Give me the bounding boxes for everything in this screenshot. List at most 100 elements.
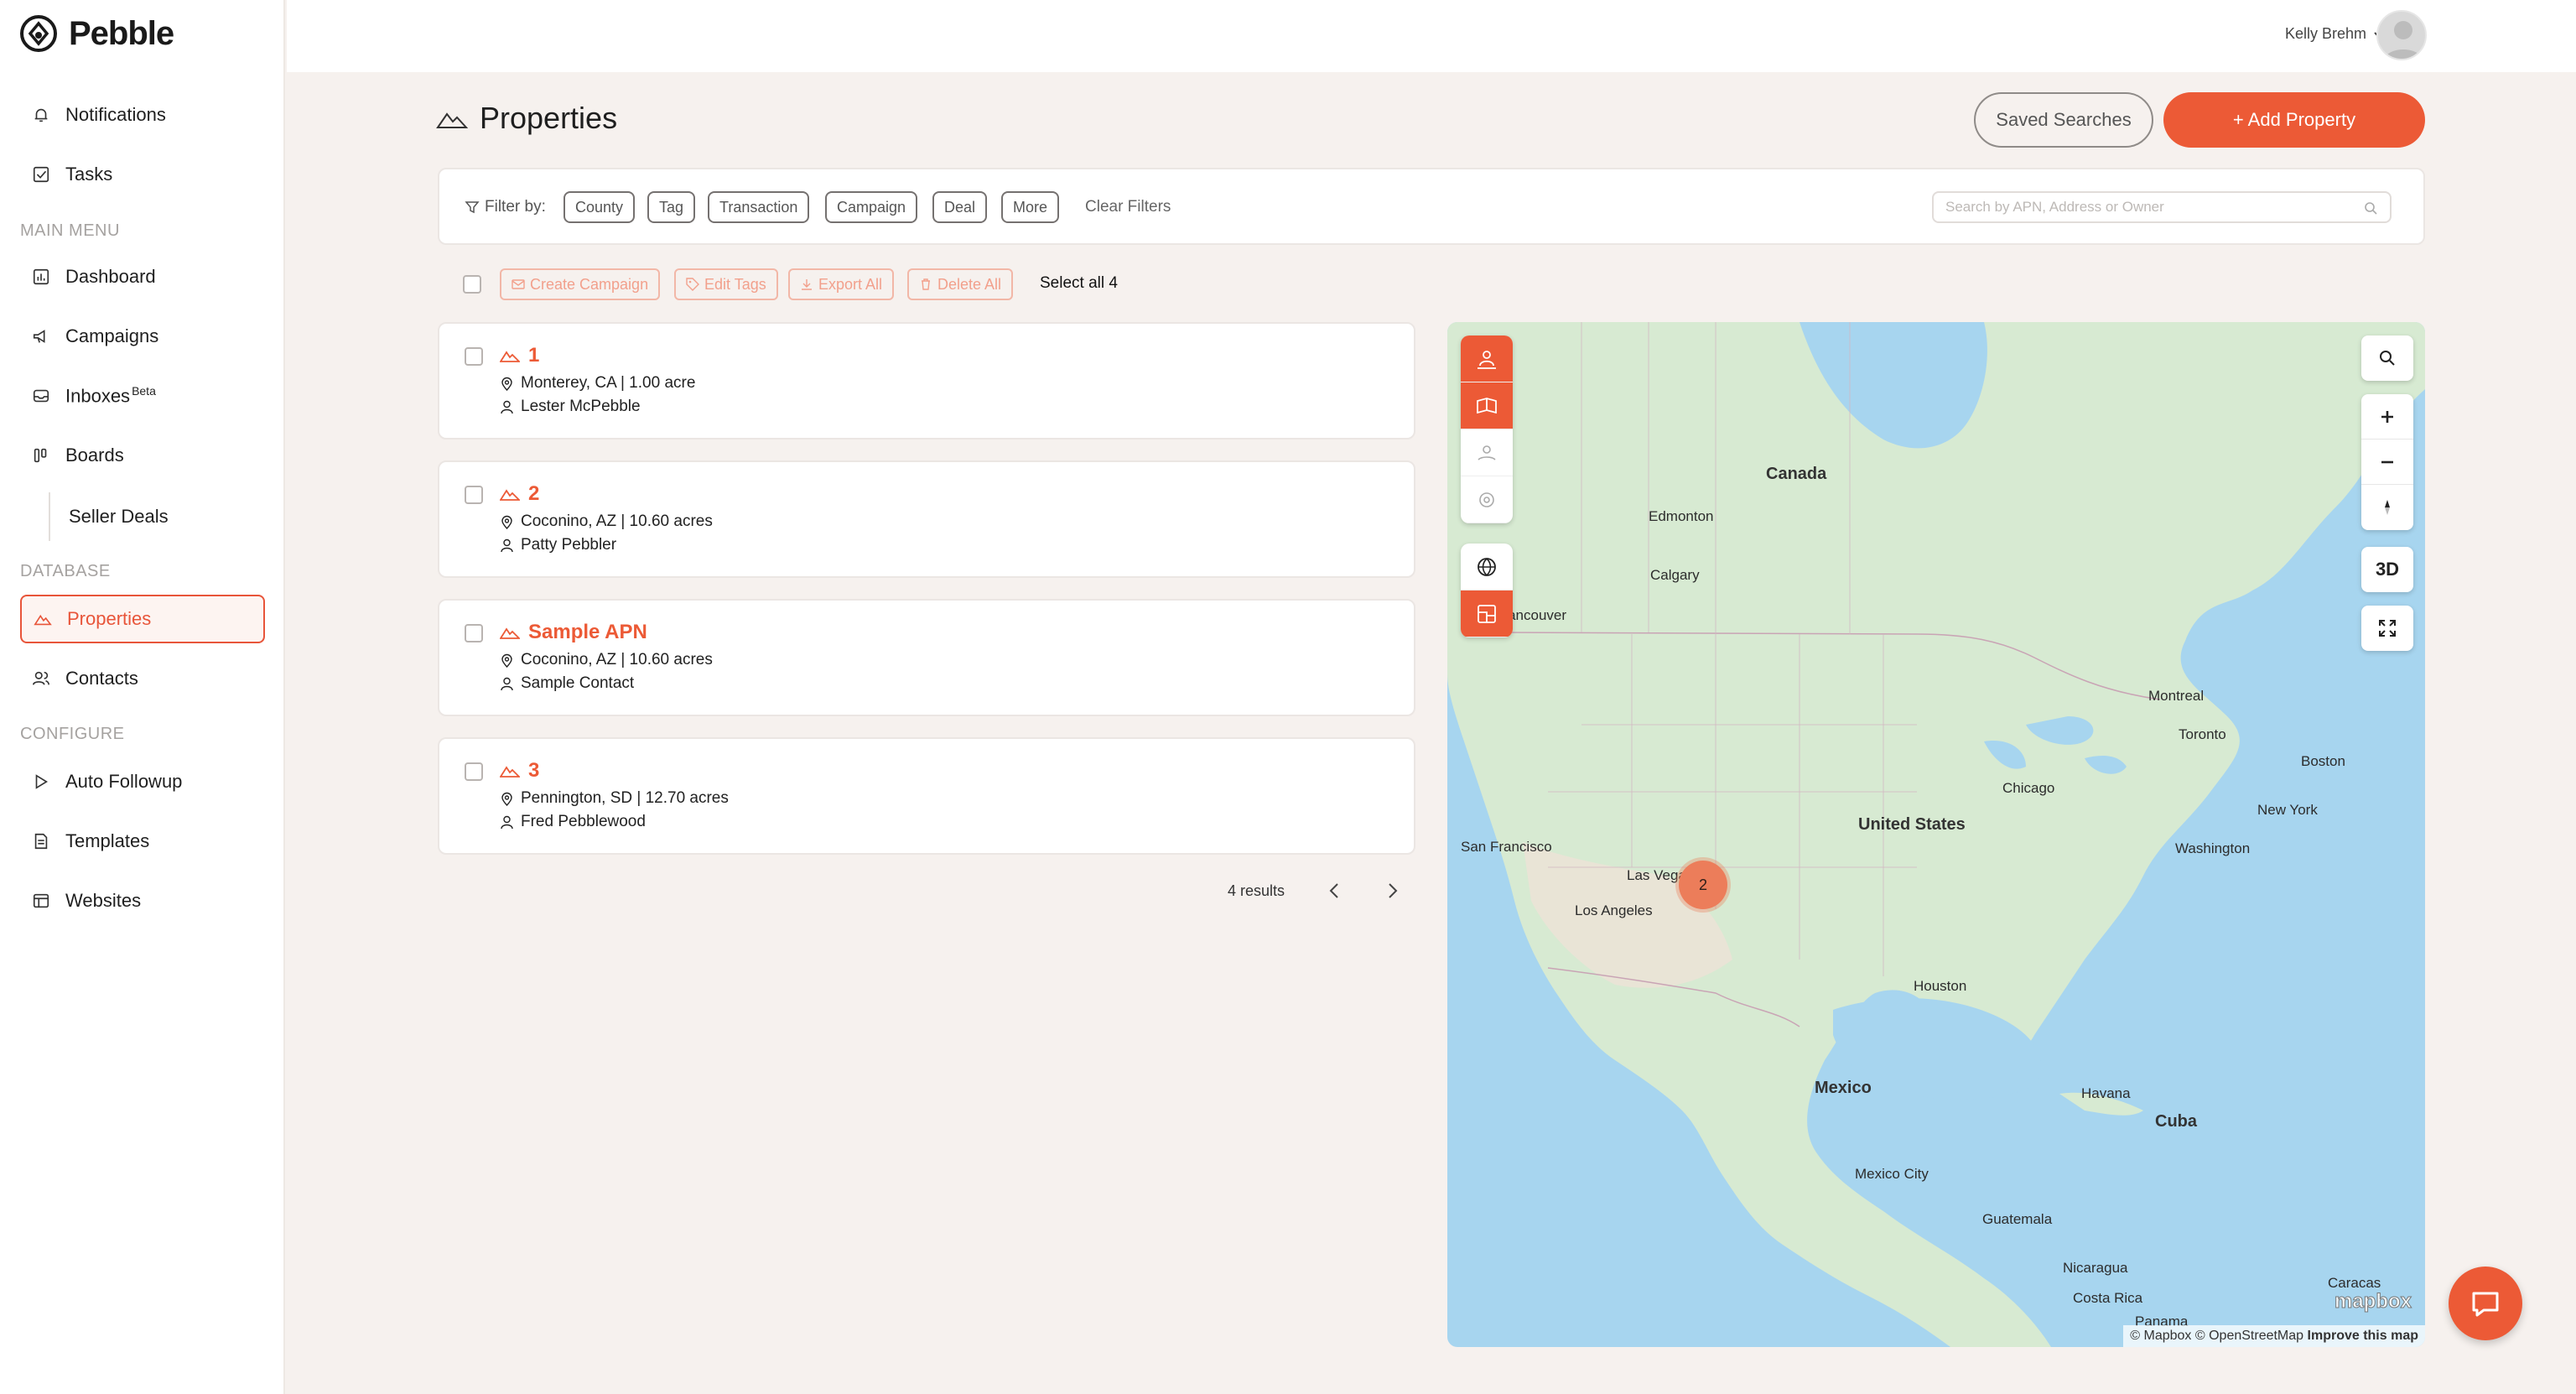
map-tool-location[interactable]	[1461, 476, 1513, 523]
download-icon	[802, 279, 812, 290]
filter-chip-transaction[interactable]: Transaction	[708, 191, 810, 223]
sidebar-item-boards[interactable]: Boards	[20, 431, 265, 480]
sidebar-item-tasks[interactable]: Tasks	[20, 150, 265, 199]
map-label-costa-rica: Costa Rica	[2073, 1290, 2143, 1306]
property-title[interactable]: 2	[500, 482, 539, 506]
edit-tags-button[interactable]: Edit Tags	[674, 268, 778, 300]
sidebar-item-label: Templates	[65, 830, 150, 851]
logo[interactable]: Pebble	[18, 13, 174, 54]
map-fullscreen-control[interactable]	[2361, 606, 2413, 651]
property-location: Coconino, AZ | 10.60 acres	[500, 651, 713, 669]
map-cluster-marker[interactable]: 2	[1679, 861, 1727, 909]
avatar[interactable]	[2376, 10, 2427, 60]
top-bar: Kelly Brehm	[287, 0, 2576, 72]
property-title[interactable]: 1	[500, 344, 539, 367]
map-label-guatemala: Guatemala	[1982, 1211, 2053, 1227]
create-campaign-label: Create Campaign	[530, 275, 649, 293]
map-3d-control[interactable]: 3D	[2361, 547, 2413, 592]
property-owner: Sample Contact	[500, 674, 634, 693]
property-card[interactable]: 2 Coconino, AZ | 10.60 acres Patty Pebbl…	[438, 460, 1415, 578]
results-count: 4 results	[1228, 882, 1285, 899]
create-campaign-button[interactable]: Create Campaign	[500, 268, 661, 300]
property-card[interactable]: 3 Pennington, SD | 12.70 acres Fred Pebb…	[438, 737, 1415, 855]
select-all-link[interactable]: Select all 4	[1040, 274, 1118, 293]
map-label-nicaragua: Nicaragua	[2063, 1260, 2128, 1276]
property-owner-text: Fred Pebblewood	[521, 813, 646, 830]
sidebar-item-seller-deals[interactable]: Seller Deals	[49, 492, 250, 541]
property-card[interactable]: 1 Monterey, CA | 1.00 acre Lester McPebb…	[438, 322, 1415, 440]
help-chat-button[interactable]	[2449, 1267, 2522, 1340]
property-owner-text: Lester McPebble	[521, 398, 641, 415]
section-configure: CONFIGURE	[20, 725, 125, 743]
sidebar: Pebble Notifications Tasks MAIN MENU Das…	[0, 0, 285, 1394]
property-card[interactable]: Sample APN Coconino, AZ | 10.60 acres Sa…	[438, 599, 1415, 716]
property-checkbox[interactable]	[465, 762, 483, 781]
clear-filters-link[interactable]: Clear Filters	[1085, 198, 1171, 216]
sidebar-item-label: Dashboard	[65, 266, 156, 287]
map-search-control[interactable]	[2361, 335, 2413, 381]
improve-map-link[interactable]: Improve this map	[2308, 1329, 2418, 1343]
reset-north-button[interactable]	[2361, 485, 2413, 530]
sidebar-item-notifications[interactable]: Notifications	[20, 91, 265, 139]
plus-icon	[2381, 410, 2393, 423]
location-pin-icon	[501, 792, 512, 806]
map-tool-parcels[interactable]	[1461, 590, 1513, 637]
filter-chip-more[interactable]: More	[1001, 191, 1060, 223]
map-label-toronto: Toronto	[2179, 726, 2226, 742]
zoom-out-button[interactable]	[2361, 440, 2413, 485]
property-location-text: Coconino, AZ | 10.60 acres	[521, 651, 713, 668]
add-property-button[interactable]: + Add Property	[2163, 92, 2425, 148]
sidebar-item-properties[interactable]: Properties	[20, 595, 265, 643]
sidebar-item-templates[interactable]: Templates	[20, 817, 265, 866]
chevron-right-icon[interactable]	[1380, 879, 1404, 902]
property-title[interactable]: 3	[500, 759, 539, 783]
chevron-left-icon[interactable]	[1323, 879, 1347, 902]
attribution-text[interactable]: © Mapbox © OpenStreetMap	[2130, 1329, 2303, 1343]
toggle-3d-button[interactable]: 3D	[2361, 547, 2413, 592]
terrain-icon	[1478, 445, 1496, 460]
user-icon	[501, 400, 513, 414]
filter-chip-deal[interactable]: Deal	[932, 191, 988, 223]
minus-icon	[2381, 460, 2393, 463]
filter-chip-campaign[interactable]: Campaign	[825, 191, 918, 223]
map-label-boston: Boston	[2301, 753, 2345, 769]
property-checkbox[interactable]	[465, 624, 483, 642]
property-owner: Fred Pebblewood	[500, 813, 646, 831]
map-tool-layers[interactable]	[1461, 382, 1513, 429]
property-location: Monterey, CA | 1.00 acre	[500, 374, 695, 393]
sidebar-item-label: Contacts	[65, 668, 138, 689]
sidebar-item-dashboard[interactable]: Dashboard	[20, 252, 265, 301]
website-icon	[33, 893, 49, 908]
user-name[interactable]: Kelly Brehm	[2285, 25, 2366, 43]
delete-all-button[interactable]: Delete All	[907, 268, 1014, 300]
map-tool-terrain[interactable]	[1461, 429, 1513, 476]
map-tool-pin[interactable]	[1461, 335, 1513, 382]
property-owner: Patty Pebbler	[500, 536, 616, 554]
sidebar-item-auto-followup[interactable]: Auto Followup	[20, 757, 265, 806]
location-pin-icon	[501, 653, 512, 668]
edit-tags-label: Edit Tags	[704, 275, 766, 293]
sidebar-item-campaigns[interactable]: Campaigns	[20, 312, 265, 361]
property-owner-text: Patty Pebbler	[521, 536, 617, 554]
filter-chip-tag[interactable]: Tag	[647, 191, 696, 223]
contacts-icon	[33, 671, 49, 685]
search-input[interactable]: Search by APN, Address or Owner	[1932, 191, 2392, 223]
property-map[interactable]: Canada United States Mexico Cuba Edmonto…	[1447, 322, 2425, 1347]
filter-chip-county[interactable]: County	[564, 191, 636, 223]
sidebar-item-contacts[interactable]: Contacts	[20, 654, 265, 703]
export-all-button[interactable]: Export All	[788, 268, 895, 300]
property-checkbox[interactable]	[465, 347, 483, 366]
sidebar-item-inboxes[interactable]: Inboxes Beta	[20, 372, 265, 420]
chat-bubble-icon	[2472, 1292, 2499, 1317]
sidebar-item-websites[interactable]: Websites	[20, 876, 265, 925]
avatar-placeholder-icon	[2384, 21, 2423, 59]
property-checkbox[interactable]	[465, 486, 483, 504]
map-label-edmonton: Edmonton	[1649, 508, 1714, 524]
map-tool-globe[interactable]	[1461, 544, 1513, 590]
property-title[interactable]: Sample APN	[500, 621, 647, 644]
zoom-in-button[interactable]	[2361, 394, 2413, 440]
target-icon	[1479, 492, 1494, 507]
select-all-checkbox[interactable]	[463, 275, 481, 294]
saved-searches-button[interactable]: Saved Searches	[1974, 92, 2153, 148]
play-icon	[35, 774, 48, 789]
